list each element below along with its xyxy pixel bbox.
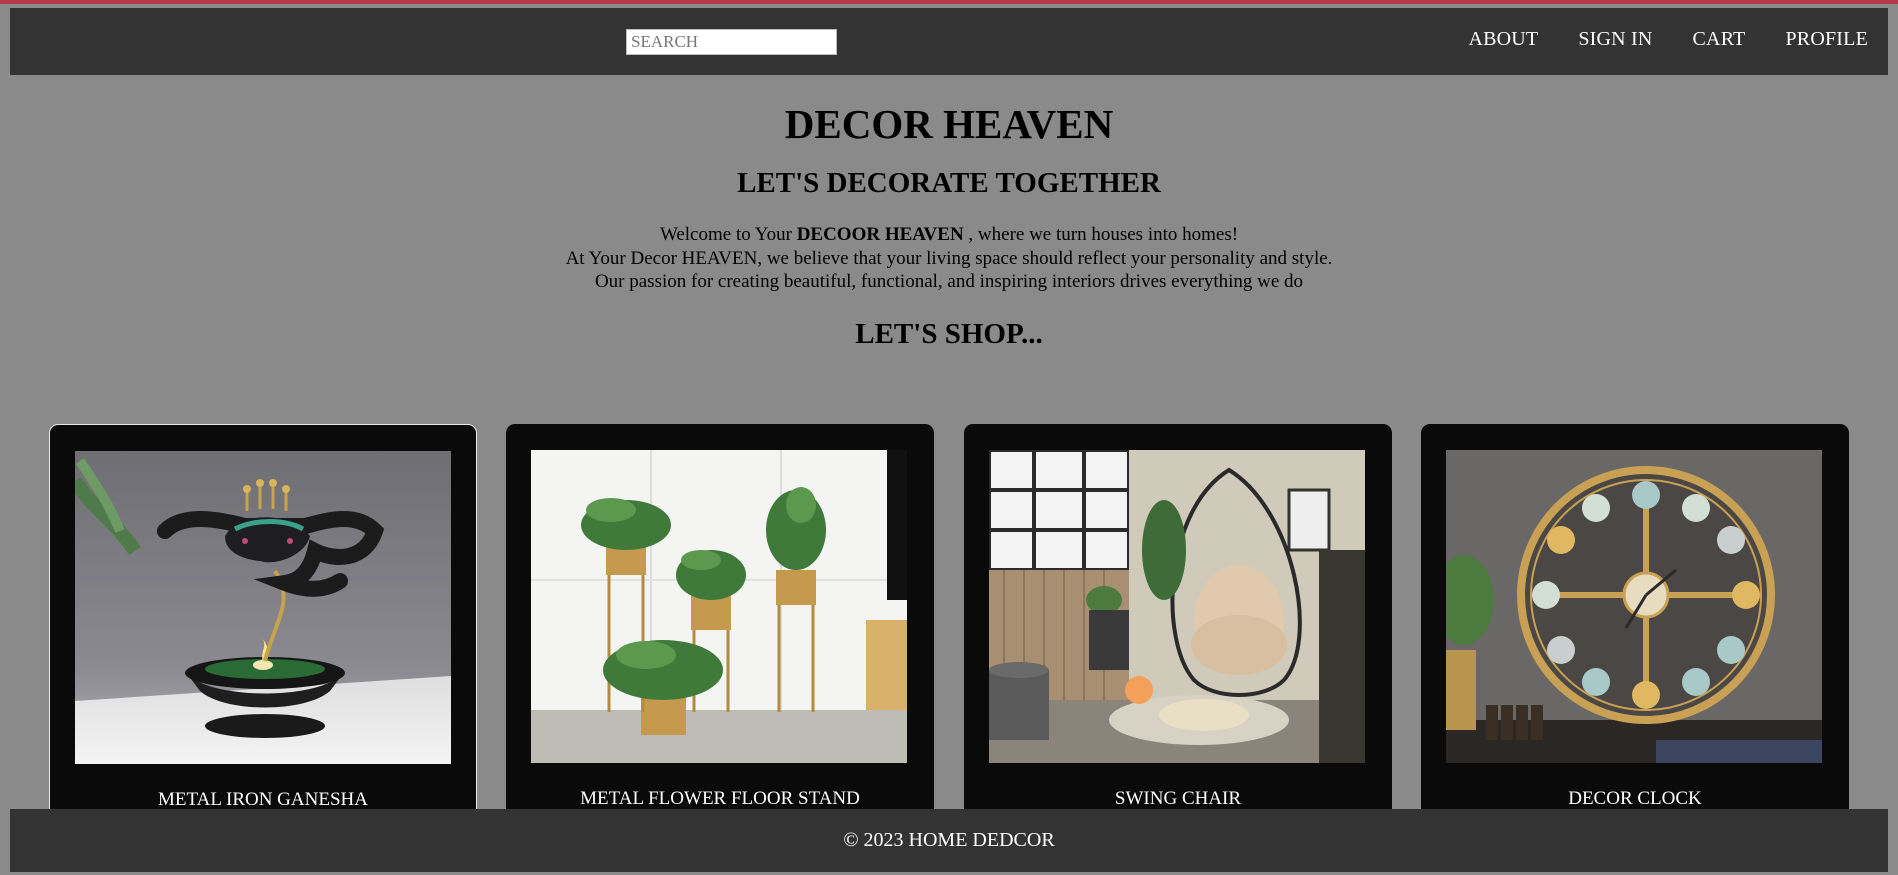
intro-text: Welcome to Your DECOOR HEAVEN , where we… bbox=[0, 223, 1898, 294]
nav-cart-link[interactable]: CART bbox=[1693, 28, 1746, 51]
intro-line-3: Our passion for creating beautiful, func… bbox=[594, 271, 1304, 292]
hero-section: DECOR HEAVEN LET'S DECORATE TOGETHER Wel… bbox=[0, 95, 1898, 354]
nav-about-link[interactable]: ABOUT bbox=[1468, 28, 1538, 51]
intro-prefix: Welcome to Your bbox=[659, 224, 797, 245]
product-name[interactable]: SWING CHAIR bbox=[964, 788, 1392, 810]
product-name[interactable]: METAL FLOWER FLOOR STAND bbox=[506, 788, 934, 810]
product-name[interactable]: METAL IRON GANESHA bbox=[50, 789, 476, 811]
shop-heading: LET'S SHOP... bbox=[855, 317, 1043, 350]
top-accent-line bbox=[0, 0, 1898, 4]
search-input[interactable] bbox=[626, 29, 837, 55]
site-title: DECOR HEAVEN bbox=[784, 101, 1114, 147]
flower-floor-stand-image[interactable] bbox=[531, 450, 907, 763]
intro-brand: DECOOR HEAVEN bbox=[796, 224, 964, 245]
decor-clock-image[interactable] bbox=[1446, 450, 1822, 763]
intro-line-1: Welcome to Your DECOOR HEAVEN , where we… bbox=[0, 223, 1898, 247]
intro-suffix: , where we turn houses into homes! bbox=[963, 224, 1239, 245]
product-card[interactable]: METAL FLOWER FLOOR STAND bbox=[506, 424, 934, 844]
product-name[interactable]: DECOR CLOCK bbox=[1421, 788, 1849, 810]
ganesha-candle-holder-image[interactable] bbox=[75, 451, 451, 764]
footer-copyright: © 2023 HOME DEDCOR bbox=[843, 829, 1055, 851]
footer: © 2023 HOME DEDCOR bbox=[10, 809, 1888, 872]
tagline: LET'S DECORATE TOGETHER bbox=[737, 167, 1161, 199]
nav-signin-link[interactable]: SIGN IN bbox=[1578, 28, 1652, 51]
nav-profile-link[interactable]: PROFILE bbox=[1785, 28, 1868, 51]
product-card[interactable]: DECOR CLOCK bbox=[1421, 424, 1849, 844]
intro-line-2: At Your Decor HEAVEN, we believe that yo… bbox=[565, 247, 1333, 269]
nav-links: ABOUT SIGN IN CART PROFILE bbox=[1468, 28, 1868, 51]
product-card[interactable]: SWING CHAIR bbox=[964, 424, 1392, 844]
swing-chair-image[interactable] bbox=[989, 450, 1365, 763]
navbar: ABOUT SIGN IN CART PROFILE bbox=[10, 8, 1888, 75]
product-card[interactable]: METAL IRON GANESHA bbox=[49, 424, 477, 844]
